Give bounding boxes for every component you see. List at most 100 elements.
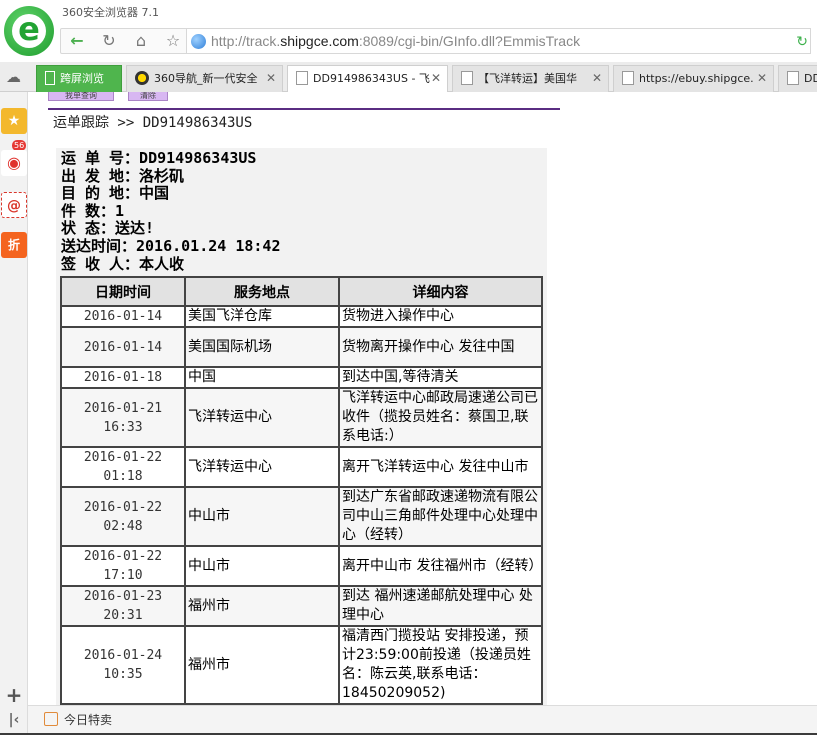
add-icon[interactable]: + (1, 682, 27, 708)
cell-detail: 货物离开操作中心 发往中国 (338, 326, 543, 368)
origin: 出 发 地：洛杉矶 (61, 166, 185, 185)
cell-time: 10:35 (103, 667, 143, 682)
phone-icon (45, 71, 55, 85)
cell-datetime: 2016-01-14 (60, 326, 186, 368)
cell-detail: 货物进入操作中心 (338, 305, 543, 328)
browser-window: e 360安全浏览器 7.1 ← ↻ ⌂ ☆ http://track.ship… (0, 0, 817, 735)
cell-location: 美国飞洋仓库 (184, 305, 340, 328)
tab-tracking[interactable]: DD914986343US - 飞 ✕ (287, 65, 448, 93)
gift-icon[interactable] (44, 712, 58, 726)
cell-datetime: 2016-01-23 20:31 (60, 585, 186, 627)
tab-cross-screen[interactable]: 跨屏浏览 (36, 65, 122, 92)
page-icon (461, 71, 473, 85)
table-row: 2016-01-22 01:18 飞洋转运中心 离开飞洋转运中心 发往中山市 (60, 446, 543, 488)
navigation-bar: ← ↻ ⌂ ☆ http://track.shipgce.com:8089/cg… (0, 24, 817, 60)
reload-icon[interactable]: ↻ (93, 29, 125, 53)
cell-detail: 福清西门揽投站 安排投递，预计23:59:00前投递（投递员姓名：陈云英,联系电… (338, 625, 543, 705)
cell-time: 01:18 (103, 469, 143, 484)
tracking-table: 日期时间 服务地点 详细内容 2016-01-14 美国飞洋仓库 货物进入操作中心 2… (60, 276, 543, 705)
refresh-green-icon[interactable]: ↻ (796, 34, 808, 50)
tracking-panel: 运 单 号：DD914986343US 出 发 地：洛杉矶 目 的 地：中国 件… (56, 148, 547, 705)
divider (48, 108, 560, 110)
back-arrow-icon[interactable]: ← (61, 29, 93, 53)
delivered-time: 送达时间：2016.01.24 18:42 (61, 236, 281, 255)
close-icon[interactable]: ✕ (266, 66, 276, 91)
tab-dd[interactable]: DD (778, 65, 817, 92)
clear-button[interactable]: 清除 (128, 92, 168, 101)
cell-date: 2016-01-21 (83, 400, 163, 416)
cell-date: 2016-01-18 (83, 370, 163, 385)
cell-datetime: 2016-01-14 (60, 305, 186, 328)
shipment-info: 运 单 号：DD914986343US 出 发 地：洛杉矶 目 的 地：中国 件… (61, 149, 281, 273)
cell-date: 2016-01-24 (83, 648, 163, 663)
tab-ebuy[interactable]: https://ebuy.shipgce. ✕ (613, 65, 774, 92)
cell-detail: 离开飞洋转运中心 发往中山市 (338, 446, 543, 488)
status: 状 态：送达! (61, 219, 155, 238)
title-bar: e 360安全浏览器 7.1 (0, 0, 817, 56)
table-row: 2016-01-21 16:33 飞洋转运中心 飞洋转运中心邮政局速递公司已收件（揽投… (60, 387, 543, 448)
web-page: 我单查询 清除 运单跟踪 >> DD914986343US 运 单 号：DD91… (28, 92, 817, 705)
table-row: 2016-01-14 美国国际机场 货物离开操作中心 发往中国 (60, 326, 543, 368)
tab-360-nav[interactable]: 360导航_新一代安全 ✕ (126, 65, 283, 92)
360-icon (135, 71, 149, 85)
left-sidebar: ★ 56 ◉ @ 折 + |‹ (0, 92, 28, 735)
cloud-icon[interactable]: ☁ (6, 68, 28, 86)
waybill-number: 运 单 号：DD914986343US (61, 149, 257, 167)
page-icon (787, 71, 799, 85)
cell-date: 2016-01-22 (83, 450, 163, 465)
url-text[interactable]: http://track.shipgce.com:8089/cgi-bin/GI… (211, 33, 580, 49)
cell-date: 2016-01-22 (83, 499, 163, 515)
discount-icon[interactable]: 折 (1, 232, 27, 258)
table-row: 2016-01-22 02:48 中山市 到达广东省邮政速递物流有限公司中山三角邮件处… (60, 486, 543, 547)
page-icon (296, 71, 308, 85)
mail-icon[interactable]: @ (1, 192, 27, 218)
cell-detail: 飞洋转运中心邮政局速递公司已收件（揽投员姓名：蔡国卫,联系电话:） (338, 387, 543, 448)
page-icon (622, 71, 634, 85)
nav-button-group: ← ↻ ⌂ ☆ (60, 28, 188, 54)
table-row: 2016-01-22 17:10 中山市 离开中山市 发往福州市（经转） (60, 545, 543, 587)
table-row: 2016-01-14 美国飞洋仓库 货物进入操作中心 (60, 305, 543, 328)
address-bar[interactable]: http://track.shipgce.com:8089/cgi-bin/GI… (186, 28, 811, 54)
cell-location: 福州市 (184, 625, 340, 705)
cell-location: 飞洋转运中心 (184, 446, 340, 488)
tab-bar: ☁ 跨屏浏览 360导航_新一代安全 ✕ DD914986343US - 飞 ✕ 【… (0, 62, 817, 93)
cell-date: 2016-01-14 (83, 309, 163, 324)
cell-datetime: 2016-01-21 16:33 (60, 387, 186, 448)
cell-detail: 到达 福州速递邮航处理中心 处理中心 (338, 585, 543, 627)
cell-datetime: 2016-01-22 02:48 (60, 486, 186, 547)
tab-feiyang[interactable]: 【飞洋转运】美国华 ✕ (452, 65, 609, 92)
pieces: 件 数：1 (61, 201, 125, 220)
breadcrumb: 运单跟踪 >> DD914986343US (53, 115, 253, 131)
cell-location: 飞洋转运中心 (184, 387, 340, 448)
cell-date: 2016-01-22 (83, 549, 163, 564)
table-row: 2016-01-24 10:35 福州市 福清西门揽投站 安排投递，预计23:59:0… (60, 625, 543, 705)
cell-time: 02:48 (103, 518, 143, 534)
close-icon[interactable]: ✕ (431, 66, 441, 91)
cell-detail: 到达广东省邮政速递物流有限公司中山三角邮件处理中心处理中心（经转） (338, 486, 543, 547)
cell-location: 中山市 (184, 486, 340, 547)
table-row: 2016-01-23 20:31 福州市 到达 福州速递邮航处理中心 处理中心 (60, 585, 543, 627)
query-button[interactable]: 我单查询 (48, 92, 114, 101)
home-icon[interactable]: ⌂ (125, 29, 157, 53)
weibo-icon[interactable]: ◉ (1, 150, 27, 176)
column-header-datetime: 日期时间 (60, 276, 186, 307)
close-icon[interactable]: ✕ (757, 66, 767, 91)
cell-location: 福州市 (184, 585, 340, 627)
close-icon[interactable]: ✕ (592, 66, 602, 91)
cell-datetime: 2016-01-18 (60, 366, 186, 389)
favorites-star-icon[interactable]: ★ (1, 108, 27, 134)
cell-datetime: 2016-01-22 01:18 (60, 446, 186, 488)
daily-deals-link[interactable]: 今日特卖 (64, 711, 112, 728)
cell-datetime: 2016-01-24 10:35 (60, 625, 186, 705)
column-header-detail: 详细内容 (338, 276, 543, 307)
cell-location: 美国国际机场 (184, 326, 340, 368)
cell-detail: 到达中国,等待清关 (338, 366, 543, 389)
window-title: 360安全浏览器 7.1 (62, 6, 159, 19)
status-bar: 今日特卖 (28, 705, 817, 733)
bookmark-star-icon[interactable]: ☆ (157, 29, 189, 53)
cell-detail: 离开中山市 发往福州市（经转） (338, 545, 543, 587)
cell-date: 2016-01-23 (83, 589, 163, 604)
cell-time: 17:10 (103, 568, 143, 583)
collapse-sidebar-icon[interactable]: |‹ (1, 707, 27, 733)
destination: 目 的 地：中国 (61, 184, 170, 203)
